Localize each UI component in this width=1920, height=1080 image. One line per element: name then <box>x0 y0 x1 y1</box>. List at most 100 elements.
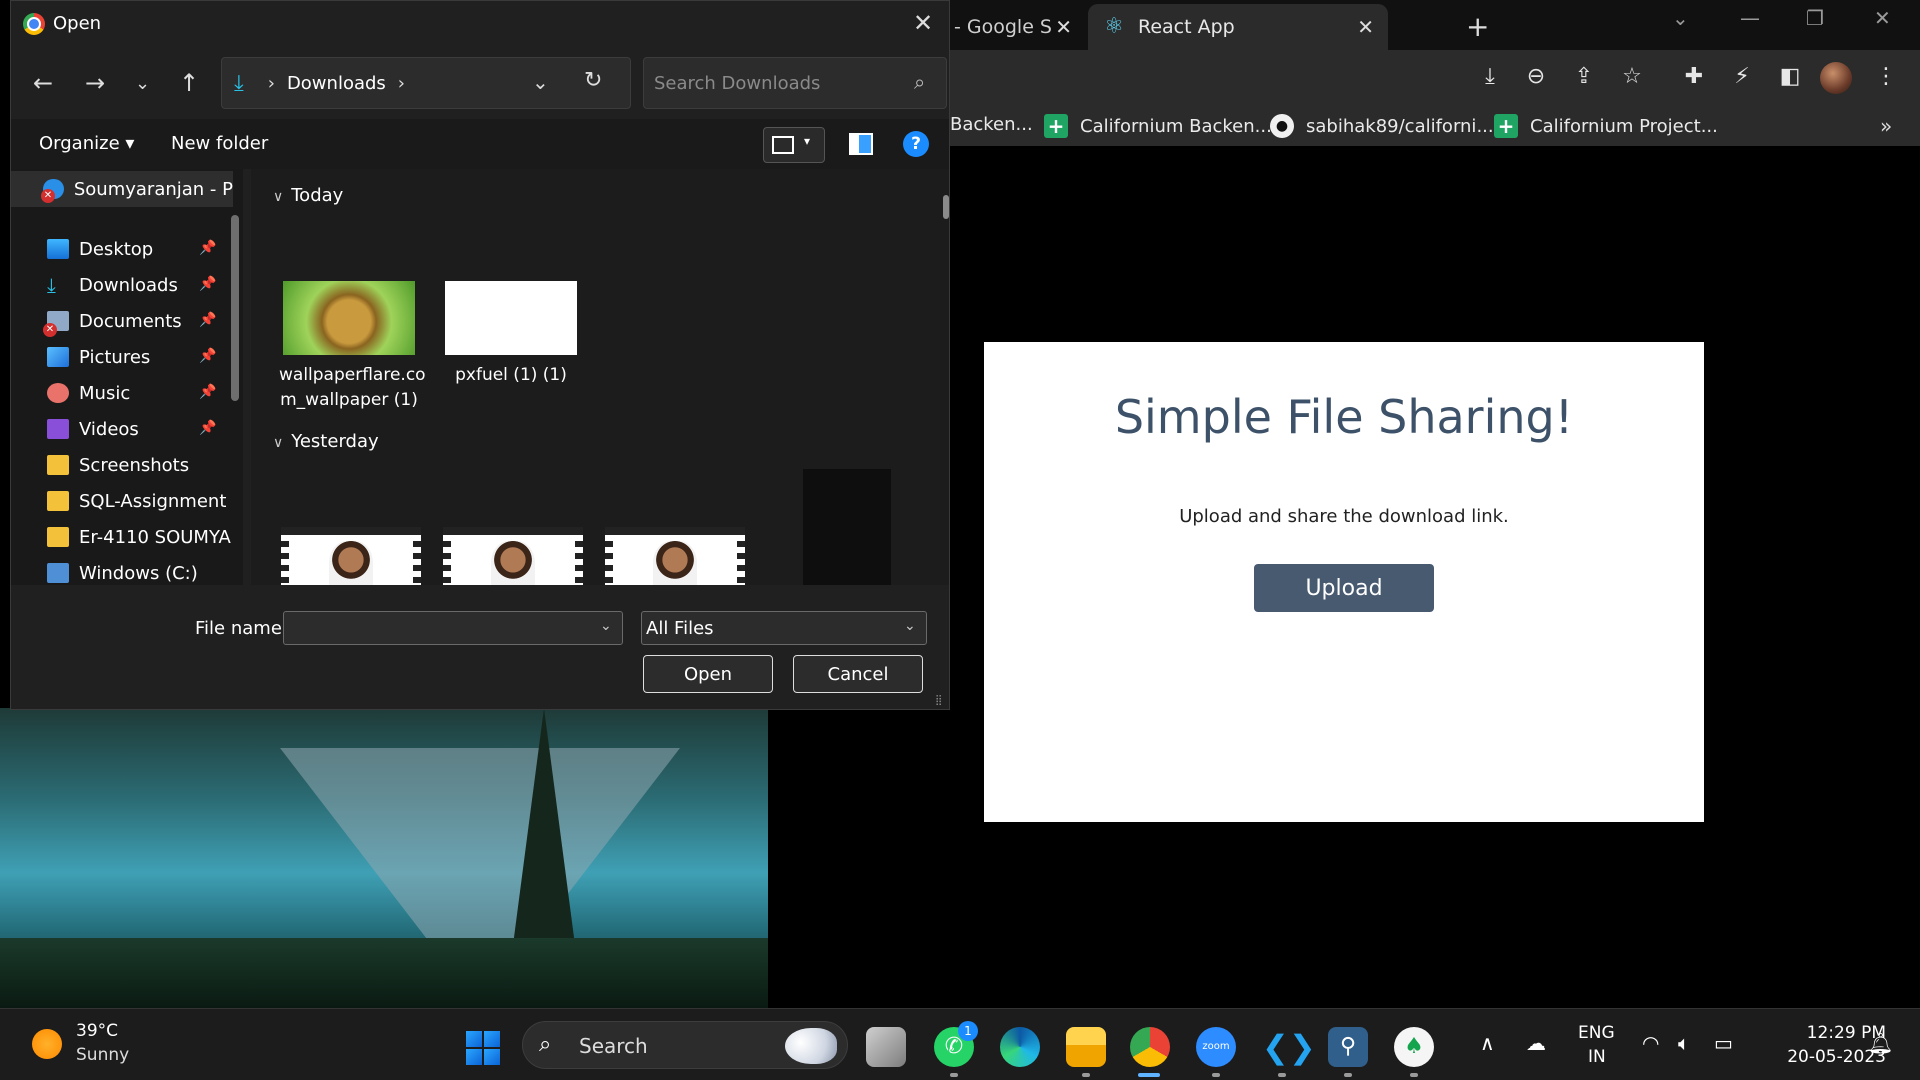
close-icon[interactable]: ✕ <box>913 9 933 37</box>
task-view-icon[interactable] <box>866 1027 906 1067</box>
search-input[interactable] <box>654 70 904 96</box>
nav-item-label: Screenshots <box>79 454 190 476</box>
close-window-icon[interactable]: ✕ <box>1874 6 1891 30</box>
chevron-down-icon[interactable]: ⌄ <box>532 70 549 94</box>
video-thumbnail[interactable] <box>605 527 745 585</box>
wifi-icon[interactable]: ◠ <box>1642 1031 1659 1055</box>
nav-item-windows-c[interactable]: Windows (C:) <box>11 555 233 585</box>
taskbar-search[interactable]: ⌕ Search <box>522 1021 848 1069</box>
vscode-icon[interactable]: ❮❯ <box>1262 1027 1316 1067</box>
group-header-today[interactable]: ∨ Today <box>273 185 343 206</box>
start-button[interactable] <box>466 1031 500 1065</box>
pin-icon[interactable]: 📌 <box>199 348 216 364</box>
menu-kebab-icon[interactable]: ⋮ <box>1872 64 1900 89</box>
nav-item-onedrive[interactable]: ✕ Soumyaranjan - P <box>11 171 233 207</box>
change-view-button[interactable]: ▾ <box>763 127 825 163</box>
nav-item-screenshots[interactable]: Screenshots <box>11 447 233 483</box>
bookmark-star-icon[interactable]: ☆ <box>1618 64 1646 89</box>
mongodb-compass-icon[interactable]: ♠ <box>1394 1027 1434 1067</box>
zoom-icon[interactable]: zoom <box>1196 1027 1236 1067</box>
bookmark-item[interactable]: ● sabihak89/californi... <box>1270 114 1494 138</box>
mysql-workbench-icon[interactable]: ⚲ <box>1328 1027 1368 1067</box>
file-explorer-icon[interactable] <box>1066 1027 1106 1067</box>
performance-icon[interactable]: ⚡ <box>1728 64 1756 89</box>
region-indicator[interactable]: IN <box>1588 1047 1606 1067</box>
up-arrow-icon[interactable]: ↑ <box>179 69 199 97</box>
language-indicator[interactable]: ENG <box>1578 1023 1615 1043</box>
bookmark-item[interactable]: + Californium Project... <box>1494 114 1718 138</box>
preview-pane-icon[interactable] <box>849 133 873 155</box>
volume-icon[interactable]: 🔈︎ <box>1678 1031 1690 1055</box>
cancel-button[interactable]: Cancel <box>793 655 923 693</box>
file-name-input[interactable] <box>290 616 590 640</box>
pin-icon[interactable]: 📌 <box>199 384 216 400</box>
breadcrumb-downloads[interactable]: Downloads <box>287 73 386 94</box>
file-name-wallpaperflare[interactable]: wallpaperflare.co m_wallpaper (1) <box>279 363 426 413</box>
group-header-yesterday[interactable]: ∨ Yesterday <box>273 431 379 452</box>
forward-arrow-icon[interactable]: → <box>85 69 105 97</box>
nav-item-videos[interactable]: Videos 📌 <box>11 411 233 447</box>
close-icon[interactable]: ✕ <box>1055 15 1072 39</box>
file-name-pxfuel[interactable]: pxfuel (1) (1) <box>441 363 581 388</box>
chevron-down-icon[interactable]: ⌄ <box>600 618 612 634</box>
video-thumbnail[interactable] <box>281 527 421 585</box>
weather-sun-icon[interactable] <box>32 1029 62 1059</box>
nav-item-sql-assignment[interactable]: SQL-Assignment <box>11 483 233 519</box>
tab-react-app[interactable]: ⚛ React App ✕ <box>1088 4 1388 50</box>
pin-icon[interactable]: 📌 <box>199 276 216 292</box>
notifications-icon[interactable]: 🔔︎ <box>1868 1031 1893 1055</box>
onedrive-tray-icon[interactable]: ☁ <box>1526 1031 1546 1055</box>
nav-item-documents[interactable]: ✕ Documents 📌 <box>11 303 233 339</box>
upload-button[interactable]: Upload <box>1254 564 1434 612</box>
bookmark-item[interactable]: Backen... <box>950 114 1033 135</box>
back-arrow-icon[interactable]: ← <box>33 69 53 97</box>
new-tab-button[interactable]: + <box>1466 10 1489 43</box>
refresh-icon[interactable]: ↻ <box>584 68 602 93</box>
tab-google-sheets[interactable]: - Google S ✕ <box>940 4 1086 50</box>
restore-icon[interactable]: ❐ <box>1806 6 1824 30</box>
extensions-icon[interactable]: ✚ <box>1680 64 1708 89</box>
open-button[interactable]: Open <box>643 655 773 693</box>
nav-item-desktop[interactable]: Desktop 📌 <box>11 231 233 267</box>
search-box[interactable]: ⌕ <box>643 57 947 109</box>
tab-search-icon[interactable]: ⌄ <box>1672 6 1689 30</box>
file-name-combobox[interactable]: ⌄ <box>283 611 623 645</box>
bookmarks-overflow-icon[interactable]: » <box>1880 114 1892 138</box>
share-icon[interactable]: ⇪ <box>1570 64 1598 89</box>
file-thumbnail-pxfuel[interactable] <box>445 281 577 355</box>
nav-item-downloads[interactable]: ⤓ Downloads 📌 <box>11 267 233 303</box>
resize-grip-icon[interactable]: ⣿ <box>935 695 942 706</box>
edge-icon[interactable] <box>1000 1027 1040 1067</box>
side-panel-icon[interactable]: ◧ <box>1776 64 1804 89</box>
minimize-icon[interactable]: — <box>1740 6 1760 30</box>
file-thumbnail-wallpaperflare[interactable] <box>283 281 415 355</box>
address-bar[interactable]: ⤓ › Downloads › ⌄ ↻ <box>221 57 631 109</box>
battery-icon[interactable]: ▭ <box>1714 1031 1733 1055</box>
zoom-out-icon[interactable]: ⊖ <box>1522 64 1550 89</box>
file-thumbnail-dark[interactable] <box>803 469 891 585</box>
file-list-scrollbar[interactable] <box>943 195 949 219</box>
pin-icon[interactable]: 📌 <box>199 420 216 436</box>
windows-logo-pane <box>484 1031 500 1047</box>
video-thumbnail[interactable] <box>443 527 583 585</box>
nav-item-er-4110[interactable]: Er-4110 SOUMYA <box>11 519 233 555</box>
file-type-select[interactable]: All Files ⌄ <box>641 611 927 645</box>
help-icon[interactable]: ? <box>903 131 929 157</box>
weather-temperature[interactable]: 39°C <box>76 1021 118 1041</box>
close-icon[interactable]: ✕ <box>1357 15 1374 39</box>
tray-overflow-icon[interactable]: ∧ <box>1480 1031 1495 1055</box>
pin-icon[interactable]: 📌 <box>199 312 216 328</box>
nav-item-pictures[interactable]: Pictures 📌 <box>11 339 233 375</box>
install-app-icon[interactable]: ⤓ <box>1476 64 1504 89</box>
nav-item-music[interactable]: Music 📌 <box>11 375 233 411</box>
chrome-icon[interactable] <box>1130 1027 1170 1067</box>
google-sheets-icon: + <box>1494 114 1518 138</box>
profile-avatar[interactable] <box>1820 62 1852 94</box>
organize-button[interactable]: Organize ▾ <box>39 133 134 154</box>
weather-condition[interactable]: Sunny <box>76 1045 129 1065</box>
recent-locations-icon[interactable]: ⌄ <box>135 73 150 94</box>
bookmark-item[interactable]: + Californium Backen... <box>1044 114 1272 138</box>
new-folder-button[interactable]: New folder <box>171 133 268 154</box>
nav-pane-scrollbar[interactable] <box>231 215 239 401</box>
pin-icon[interactable]: 📌 <box>199 240 216 256</box>
